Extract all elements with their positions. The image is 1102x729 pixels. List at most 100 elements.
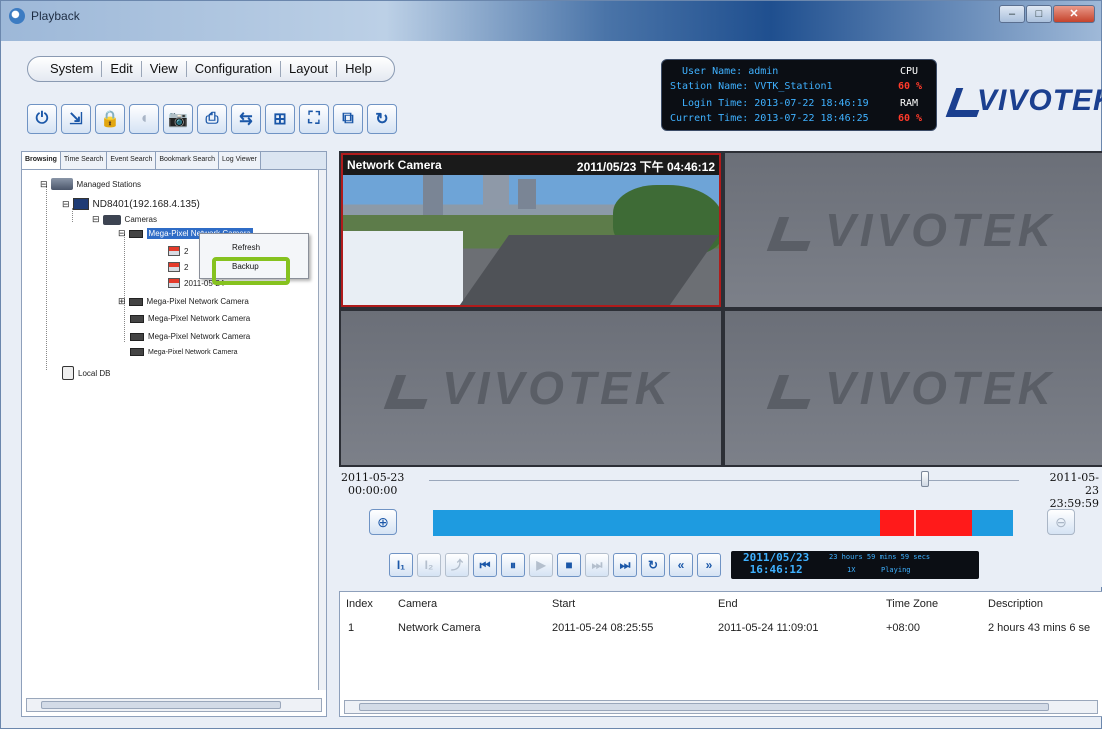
table-row[interactable]: 1 Network Camera 2011-05-24 08:25:55 201…	[340, 622, 1102, 640]
camera-name: Network Camera	[347, 158, 442, 172]
maximize-button[interactable]: □	[1026, 5, 1052, 23]
cell-start: 2011-05-24 08:25:55	[552, 622, 654, 634]
play-button[interactable]: ▶	[529, 553, 553, 577]
camera-icon	[128, 297, 143, 306]
recording-segment[interactable]	[914, 510, 973, 536]
layout-icon: ⊞	[273, 111, 287, 128]
col-camera[interactable]: Camera	[398, 598, 437, 610]
minimize-button[interactable]: –	[999, 5, 1025, 23]
scrollbar-thumb[interactable]	[41, 701, 281, 709]
go-start-button[interactable]: ⏮	[473, 553, 497, 577]
recording-bar[interactable]	[433, 510, 1013, 536]
marker-in-icon: I₁	[396, 558, 406, 572]
export-button[interactable]: ⇲	[61, 104, 91, 134]
cameras-folder-icon	[102, 214, 121, 225]
faster-button[interactable]: »	[697, 553, 721, 577]
power-button[interactable]: ⏻	[27, 104, 57, 134]
menu-layout[interactable]: Layout	[281, 61, 338, 77]
tree-recording-2[interactable]: 2	[168, 262, 188, 272]
next-frame-button[interactable]: ⏭	[585, 553, 609, 577]
tree-station[interactable]: ⊟ ND8401(192.168.4.135)	[62, 198, 200, 210]
tree-camera-2[interactable]: ⊞ Mega-Pixel Network Camera	[118, 296, 249, 307]
zoom-in-button[interactable]: ⊕	[369, 509, 397, 535]
tree-camera-3[interactable]: Mega-Pixel Network Camera	[130, 314, 250, 323]
loop-icon: ↻	[647, 558, 659, 572]
col-description[interactable]: Description	[988, 598, 1043, 610]
video-header: Network Camera 2011/05/23 下午 04:46:12	[343, 155, 719, 175]
recording-segment[interactable]	[879, 510, 915, 536]
video-cell-4[interactable]: VIVOTEK	[725, 311, 1102, 465]
recording-icon	[168, 278, 180, 288]
timeline-slider-track[interactable]	[429, 480, 1019, 481]
browser-tabs: Browsing Time Search Event Search Bookma…	[22, 152, 326, 170]
audio-button[interactable]: ◖	[129, 104, 159, 134]
watermark: VIVOTEK	[725, 203, 1102, 257]
watermark: VIVOTEK	[725, 361, 1102, 415]
backup-button[interactable]: ⇆	[231, 104, 261, 134]
window-title: Playback	[31, 9, 80, 23]
recording-icon	[168, 262, 180, 272]
menu-system[interactable]: System	[42, 61, 103, 77]
timeline-slider-thumb[interactable]	[920, 471, 929, 487]
zoom-out-button[interactable]: ⊖	[1047, 509, 1075, 535]
results-horizontal-scrollbar[interactable]	[344, 700, 1098, 714]
snapshot-icon: 📷	[168, 111, 188, 128]
tree-vertical-scrollbar[interactable]	[318, 170, 326, 690]
video-cell-2[interactable]: VIVOTEK	[725, 153, 1102, 307]
playhead-marker	[914, 510, 917, 536]
tab-time-search[interactable]: Time Search	[60, 152, 108, 169]
tree-label: Mega-Pixel Network Camera	[146, 297, 249, 306]
power-icon: ⏻	[35, 110, 49, 127]
print-icon: ⎙	[205, 110, 219, 127]
cpu-value: 60 %	[898, 81, 923, 92]
col-time-zone[interactable]: Time Zone	[886, 598, 938, 610]
station-name-text: Station Name: VVTK_Station1	[670, 81, 833, 92]
tab-log-viewer[interactable]: Log Viewer	[218, 152, 261, 169]
go-end-icon: ⏭	[619, 558, 631, 572]
menu-configuration[interactable]: Configuration	[187, 61, 282, 77]
sequence-icon: ⧉	[342, 110, 354, 127]
lock-button[interactable]: 🔒	[95, 104, 125, 134]
logo-mark-icon	[949, 84, 977, 118]
camera-icon	[130, 332, 144, 341]
export-clip-button[interactable]: ⤴	[445, 553, 469, 577]
slower-button[interactable]: «	[669, 553, 693, 577]
tab-event-search[interactable]: Event Search	[107, 152, 157, 169]
context-refresh[interactable]: Refresh	[232, 243, 260, 252]
snapshot-button[interactable]: 📷	[163, 104, 193, 134]
tab-browsing[interactable]: Browsing	[22, 152, 61, 169]
tree-label: 2	[184, 262, 189, 272]
go-end-button[interactable]: ⏭	[613, 553, 637, 577]
scrollbar-thumb[interactable]	[359, 703, 1049, 711]
col-index[interactable]: Index	[346, 598, 373, 610]
tree-recording-1[interactable]: 2	[168, 246, 188, 256]
tree-camera-5[interactable]: Mega-Pixel Network Camera	[130, 348, 237, 356]
marker-out-button[interactable]: I₂	[417, 553, 441, 577]
loop-button[interactable]: ↻	[641, 553, 665, 577]
tree-local-db[interactable]: Local DB	[62, 366, 110, 380]
refresh-button[interactable]: ↻	[367, 104, 397, 134]
sequence-button[interactable]: ⧉	[333, 104, 363, 134]
layout-button[interactable]: ⊞	[265, 104, 295, 134]
video-cell-3[interactable]: VIVOTEK	[341, 311, 721, 465]
tree-cameras[interactable]: ⊟ Cameras	[92, 214, 157, 225]
title-bar[interactable]: Playback – □ ✕	[1, 1, 1101, 41]
menu-help[interactable]: Help	[337, 61, 380, 77]
fullscreen-button[interactable]: ⛶	[299, 104, 329, 134]
audio-icon: ◖	[139, 110, 149, 127]
stop-button[interactable]: ■	[557, 553, 581, 577]
menu-edit[interactable]: Edit	[102, 61, 142, 77]
tree-horizontal-scrollbar[interactable]	[26, 698, 322, 712]
close-button[interactable]: ✕	[1053, 5, 1095, 23]
backup-highlight	[212, 257, 290, 285]
col-start[interactable]: Start	[552, 598, 575, 610]
pause-button[interactable]: ⏸	[501, 553, 525, 577]
col-end[interactable]: End	[718, 598, 738, 610]
tab-bookmark-search[interactable]: Bookmark Search	[156, 152, 219, 169]
menu-view[interactable]: View	[142, 61, 187, 77]
marker-in-button[interactable]: I₁	[389, 553, 413, 577]
tree-managed-stations[interactable]: ⊟ Managed Stations	[40, 178, 141, 190]
video-cell-1[interactable]: Network Camera 2011/05/23 下午 04:46:12	[341, 153, 721, 307]
tree-camera-4[interactable]: Mega-Pixel Network Camera	[130, 332, 250, 341]
print-button[interactable]: ⎙	[197, 104, 227, 134]
